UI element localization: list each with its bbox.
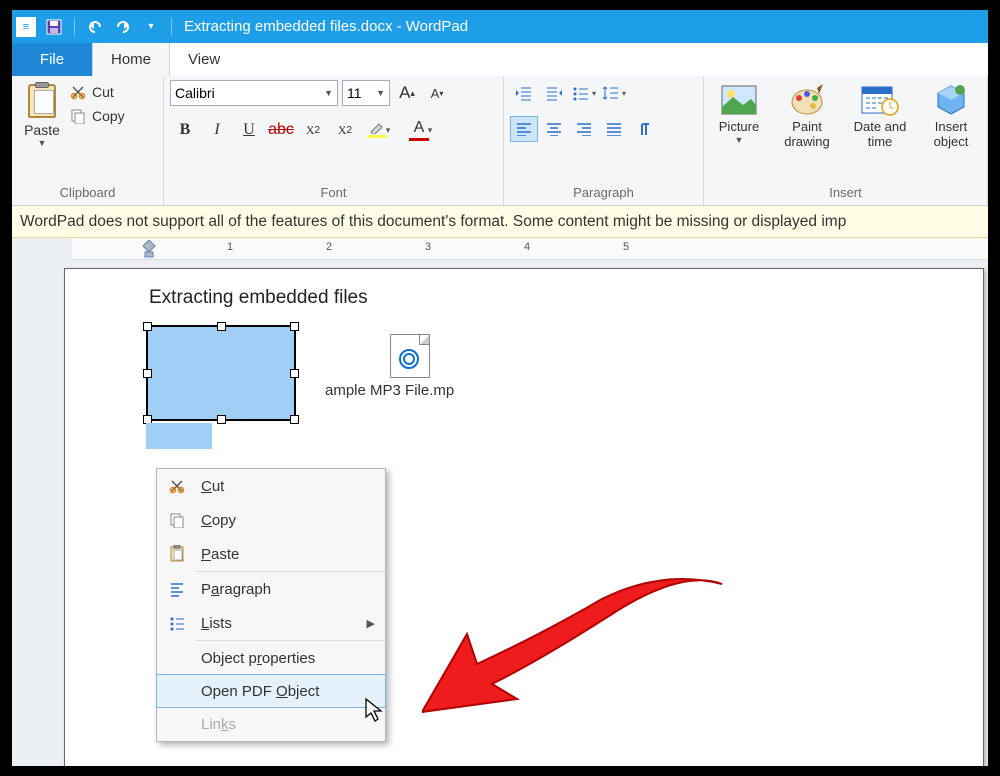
clipboard-group: Paste ▼ Cut Copy Clipboard <box>12 76 164 205</box>
ctx-paragraph[interactable]: Paragraph <box>157 572 385 606</box>
ctx-paste[interactable]: Paste <box>157 537 385 571</box>
paragraph-group: ▾ ▾ Paragraph <box>504 76 704 205</box>
font-size-combo[interactable]: 11▼ <box>342 80 390 106</box>
separator <box>171 18 172 36</box>
indent-marker-icon[interactable] <box>142 240 156 258</box>
group-label: Clipboard <box>18 182 157 205</box>
ribbon: Paste ▼ Cut Copy Clipboard <box>12 76 988 206</box>
ctx-object-properties[interactable]: Object properties <box>157 641 385 675</box>
grow-font-button[interactable]: A▴ <box>394 80 420 106</box>
align-right-button[interactable] <box>570 116 598 142</box>
superscript-button[interactable]: X2 <box>330 116 360 144</box>
file-tab[interactable]: File <box>12 43 92 76</box>
paste-icon <box>167 544 187 564</box>
calendar-icon <box>846 80 914 120</box>
line-spacing-button[interactable]: ▾ <box>600 80 628 106</box>
paragraph-dialog-button[interactable] <box>630 116 658 142</box>
compatibility-warning: WordPad does not support all of the feat… <box>12 206 988 238</box>
picture-icon <box>710 80 768 120</box>
chevron-right-icon: ▶ <box>367 617 375 630</box>
paragraph-icon <box>167 579 187 599</box>
mouse-cursor-icon <box>364 697 384 723</box>
paste-icon <box>24 82 60 122</box>
bold-button[interactable]: B <box>170 116 200 144</box>
selected-embedded-object[interactable] <box>146 325 296 421</box>
highlight-button[interactable]: ▾ <box>362 116 392 144</box>
copy-icon <box>70 108 86 124</box>
redo-icon[interactable] <box>111 15 135 39</box>
ctx-lists[interactable]: Lists ▶ <box>157 606 385 640</box>
ribbon-tabs: File Home View <box>12 43 988 76</box>
paste-button[interactable]: Paste ▼ <box>18 80 66 148</box>
picture-button[interactable]: Picture▼ <box>710 80 768 145</box>
separator <box>74 18 75 36</box>
ctx-copy[interactable]: Copy <box>157 503 385 537</box>
ruler[interactable]: 1 2 3 4 5 <box>72 238 988 260</box>
shrink-font-button[interactable]: A▾ <box>424 80 450 106</box>
group-label: Insert <box>710 182 981 205</box>
ctx-cut[interactable]: Cut <box>157 469 385 503</box>
file-icon <box>390 334 430 378</box>
align-left-button[interactable] <box>510 116 538 142</box>
app-icon: ≡ <box>16 17 36 37</box>
embedded-mp3-object[interactable]: ample MP3 File.mp <box>365 334 454 399</box>
insert-group: Picture▼ Paint drawing Date and time Ins… <box>704 76 988 205</box>
annotation-arrow <box>422 564 742 724</box>
save-icon[interactable] <box>42 15 66 39</box>
strikethrough-button[interactable]: abc <box>266 116 296 144</box>
copy-icon <box>167 510 187 530</box>
font-group: Calibri▼ 11▼ A▴ A▾ B I U abc X2 X2 ▾ <box>164 76 504 205</box>
ctx-links: Links <box>157 707 385 741</box>
font-color-button[interactable]: A▾ <box>404 116 434 144</box>
subscript-button[interactable]: X2 <box>298 116 328 144</box>
scissors-icon <box>167 476 187 496</box>
document-heading: Extracting embedded files <box>149 287 368 309</box>
titlebar: ≡ ▾ Extracting embedded files.docx - Wor… <box>12 10 988 43</box>
chevron-down-icon: ▼ <box>18 138 66 148</box>
scissors-icon <box>70 84 86 100</box>
quick-access-toolbar: ▾ <box>42 15 176 39</box>
qat-dropdown-icon[interactable]: ▾ <box>139 15 163 39</box>
bullet-list-button[interactable]: ▾ <box>570 80 598 106</box>
date-time-button[interactable]: Date and time <box>846 80 914 150</box>
group-label: Paragraph <box>510 182 697 205</box>
palette-icon <box>778 80 836 120</box>
list-icon <box>167 613 187 633</box>
group-label: Font <box>170 182 497 205</box>
align-center-button[interactable] <box>540 116 568 142</box>
font-name-combo[interactable]: Calibri▼ <box>170 80 338 106</box>
undo-icon[interactable] <box>83 15 107 39</box>
copy-button[interactable]: Copy <box>70 104 125 128</box>
ctx-open-pdf-object[interactable]: Open PDF Object <box>156 674 386 708</box>
underline-button[interactable]: U <box>234 116 264 144</box>
justify-button[interactable] <box>600 116 628 142</box>
window-title: Extracting embedded files.docx - WordPad <box>184 18 468 35</box>
selection-highlight <box>146 423 212 449</box>
view-tab[interactable]: View <box>170 43 239 76</box>
cut-button[interactable]: Cut <box>70 80 125 104</box>
italic-button[interactable]: I <box>202 116 232 144</box>
home-tab[interactable]: Home <box>92 43 170 76</box>
increase-indent-button[interactable] <box>540 80 568 106</box>
object-icon <box>924 80 978 120</box>
context-menu: Cut Copy Paste Paragraph Lists ▶ Object … <box>156 468 386 742</box>
insert-object-button[interactable]: Insert object <box>924 80 978 150</box>
paint-drawing-button[interactable]: Paint drawing <box>778 80 836 150</box>
decrease-indent-button[interactable] <box>510 80 538 106</box>
